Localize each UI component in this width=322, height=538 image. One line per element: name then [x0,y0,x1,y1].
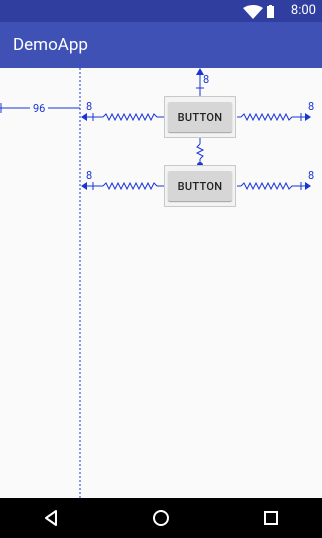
button2-right-margin-label: 8 [308,169,315,182]
button1-left-constraint[interactable] [81,112,164,122]
app-title: DemoApp [13,35,88,55]
button2-right-constraint[interactable] [237,181,311,191]
back-icon[interactable] [39,506,63,530]
status-icons [242,4,278,19]
constraint-overlay [0,68,311,498]
layout-canvas: 96 8 8 8 8 8 BUTTON BUTTON [0,68,322,498]
button1-right-constraint[interactable] [237,112,311,122]
button1-right-margin-label: 8 [308,100,315,113]
button1-left-margin-label: 8 [86,100,93,113]
button1-top-margin-label: 8 [203,73,210,86]
wifi-icon [243,5,263,19]
button2[interactable]: BUTTON [168,171,232,201]
battery-icon [267,5,274,18]
recents-icon[interactable] [259,506,283,530]
button1-widget[interactable]: BUTTON [164,96,236,138]
vertical-chain-link[interactable] [195,138,205,168]
nav-bar [0,498,322,538]
status-time: 8:00 [290,3,316,18]
home-icon[interactable] [149,506,173,530]
button1[interactable]: BUTTON [168,102,232,132]
status-bar: 8:00 [0,0,322,22]
button2-widget[interactable]: BUTTON [164,165,236,207]
guideline-offset-label: 96 [30,103,49,115]
button2-left-constraint[interactable] [81,181,164,191]
app-bar: DemoApp [0,22,322,68]
button2-left-margin-label: 8 [86,169,93,182]
